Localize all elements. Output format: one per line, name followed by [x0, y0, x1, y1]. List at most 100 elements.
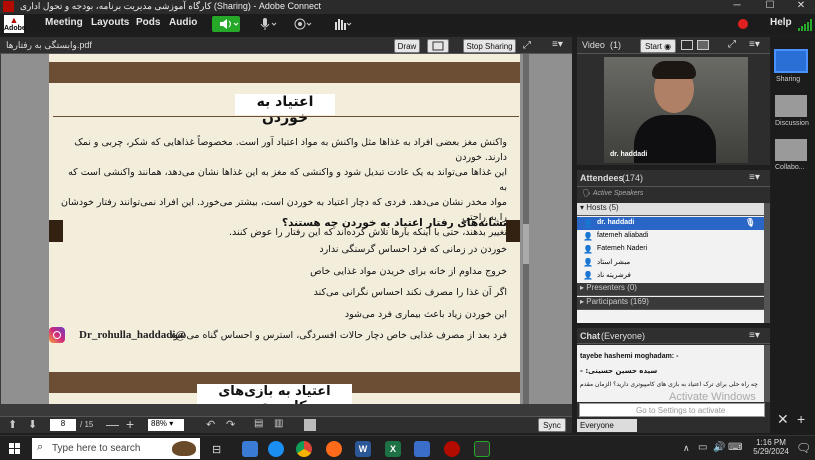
chat-scrollbar[interactable]	[764, 345, 770, 402]
hosts-section-header[interactable]: ▾ Hosts (5)	[577, 203, 764, 216]
menu-help[interactable]: Help	[770, 17, 792, 28]
add-layout-icon[interactable]: +	[797, 411, 805, 427]
page-total: / 15	[80, 420, 94, 429]
host-row[interactable]: 👤 fatemeh aliabadi	[577, 230, 764, 243]
bullet-item: خوردن در زمانی که فرد احساس گرسنگی ندارد	[319, 244, 507, 255]
windows-start-icon[interactable]	[9, 443, 21, 455]
video-pod-header: Video (1) Start ◉ ⤢ ≡▾	[577, 37, 770, 54]
fit-page-icon[interactable]: ▤	[254, 418, 263, 429]
zoom-out-icon[interactable]: —	[106, 417, 119, 432]
video-count: (1)	[610, 40, 621, 50]
window-title: کارگاه آموزشی مدیریت برنامه، بودجه و تحو…	[20, 1, 321, 11]
host-row[interactable]: 👤 فرشریته ناد	[577, 269, 764, 282]
thumbnail-view-icon[interactable]	[304, 419, 316, 431]
host-row[interactable]: 👤 مبشر استاد	[577, 256, 764, 269]
video-pod-menu-icon[interactable]: ≡▾	[749, 39, 760, 50]
video-layout-grid-icon[interactable]	[681, 40, 693, 50]
rotate-left-icon[interactable]: ↶	[206, 418, 215, 431]
chat-message: tayebe hashemi moghadam: -	[580, 353, 679, 360]
paragraph-line: واکنش مغز بعضی افراد به غذاها مثل واکنش …	[74, 137, 507, 163]
edge-taskbar-icon[interactable]	[268, 441, 284, 457]
fit-width-icon[interactable]: ▥	[274, 418, 283, 429]
fullscreen-icon[interactable]: ⤢	[523, 40, 535, 52]
chat-recipient-select[interactable]: Everyone	[577, 419, 637, 432]
host-row[interactable]: 👤 Fatemeh Naderi	[577, 243, 764, 256]
attendee-list-scrollbar[interactable]	[764, 203, 770, 323]
search-placeholder: Type here to search	[52, 443, 141, 454]
chrome-taskbar-icon[interactable]	[296, 441, 312, 457]
activate-windows-watermark-title: Activate Windows	[669, 391, 756, 403]
previous-page-icon[interactable]: ⬆	[8, 418, 17, 431]
chat-pod-menu-icon[interactable]: ≡▾	[749, 330, 760, 341]
video-fullscreen-icon[interactable]: ⤢	[728, 39, 736, 50]
tray-overflow-icon[interactable]: ∧	[683, 443, 690, 454]
layout-thumb-discussion[interactable]	[775, 95, 807, 117]
start-webcam-button[interactable]: Start ◉	[640, 39, 676, 53]
chat-title: Chat	[580, 331, 600, 341]
instagram-icon	[49, 327, 65, 343]
sync-button[interactable]: Sync	[538, 418, 566, 432]
menu-audio[interactable]: Audio	[169, 17, 197, 28]
zoom-select[interactable]: 88% ▾	[148, 419, 184, 431]
close-window-button[interactable]: ✕	[786, 0, 815, 14]
close-layouts-icon[interactable]: ✕	[777, 411, 789, 428]
layout-label-collaboration: Collabo...	[775, 164, 805, 171]
chat-message: چه راه حلی برای ترک اعتیاد به بازی های ک…	[580, 381, 758, 388]
task-view-icon[interactable]: ⊟	[212, 443, 221, 456]
record-indicator-icon[interactable]	[738, 19, 748, 29]
slide-bullet-list: خوردن در زمانی که فرد احساس گرسنگی ندارد…	[139, 239, 507, 347]
slide-scrollbar[interactable]	[523, 54, 529, 404]
next-page-icon[interactable]: ⬇	[28, 418, 37, 431]
speaker-toggle-button[interactable]	[212, 16, 240, 32]
chat-pod: Chat (Everyone) ≡▾ tayebe hashemi moghad…	[577, 328, 770, 433]
menu-meeting[interactable]: Meeting	[45, 17, 83, 28]
speaker-icon	[220, 19, 239, 29]
bullet-item: این خوردن زیاد باعث بیماری فرد می‌شود	[344, 308, 507, 320]
excel-taskbar-icon[interactable]: X	[385, 441, 401, 457]
stop-sharing-button[interactable]: Stop Sharing	[463, 39, 516, 53]
pod-options-menu-icon[interactable]: ≡▾	[552, 39, 563, 50]
microphone-button[interactable]	[257, 16, 281, 32]
maximize-button[interactable]: ☐	[755, 0, 785, 14]
share-options-button[interactable]	[427, 39, 449, 53]
firefox-taskbar-icon[interactable]	[326, 441, 342, 457]
microphone-icon	[260, 18, 277, 30]
network-icon[interactable]: ▭	[698, 442, 707, 453]
raise-hand-button[interactable]	[330, 16, 352, 32]
webcam-presenter-name: dr. haddadi	[610, 151, 648, 158]
volume-icon[interactable]: 🔊	[713, 442, 725, 453]
menu-pods[interactable]: Pods	[136, 17, 160, 28]
active-app-taskbar-icon[interactable]	[474, 441, 490, 457]
participants-section-header[interactable]: ▸ Participants (169)	[577, 297, 764, 310]
file-explorer-taskbar-icon[interactable]	[242, 441, 258, 457]
rotate-right-icon[interactable]: ↷	[226, 418, 235, 431]
host-row[interactable]: 👤 dr. haddadi 🎙	[577, 217, 764, 230]
video-layout-filmstrip-icon[interactable]	[697, 40, 709, 50]
layout-thumb-sharing[interactable]	[774, 49, 808, 73]
minimize-button[interactable]: ─	[722, 0, 752, 14]
host-name: فرشریته ناد	[597, 272, 631, 279]
clock-date: 5/29/2024	[753, 447, 789, 456]
webcam-button[interactable]	[292, 16, 316, 32]
page-number-input[interactable]: 8	[50, 419, 76, 431]
host-name: Fatemeh Naderi	[597, 245, 648, 252]
host-mic-icon: 🎙	[745, 218, 756, 227]
attendees-pod-menu-icon[interactable]: ≡▾	[749, 172, 760, 183]
app-taskbar-icon[interactable]	[414, 441, 430, 457]
presenters-section-header[interactable]: ▸ Presenters (0)	[577, 283, 764, 296]
adobe-connect-taskbar-icon[interactable]	[444, 441, 460, 457]
host-name: fatemeh aliabadi	[597, 232, 649, 239]
draw-button[interactable]: Draw	[394, 39, 420, 53]
taskbar-search-box[interactable]: ⌕ Type here to search	[32, 438, 200, 459]
taskbar-clock[interactable]: 1:16 PM 5/29/2024	[749, 438, 793, 456]
layout-thumb-collaboration[interactable]	[775, 139, 807, 161]
menu-layouts[interactable]: Layouts	[91, 17, 129, 28]
notifications-icon[interactable]: 🗨	[796, 441, 811, 455]
word-taskbar-icon[interactable]: W	[355, 441, 371, 457]
video-pod: Video (1) Start ◉ ⤢ ≡▾ dr. haddadi	[577, 37, 770, 165]
chat-input[interactable]: Go to Settings to activate	[579, 403, 765, 417]
bullet-item: فرد بعد از مصرف غذایی خاص دچار حالات افس…	[169, 330, 507, 341]
zoom-in-icon[interactable]: +	[126, 416, 134, 432]
keyboard-language-icon[interactable]: ⌨	[728, 442, 742, 453]
heading-divider	[53, 116, 519, 117]
